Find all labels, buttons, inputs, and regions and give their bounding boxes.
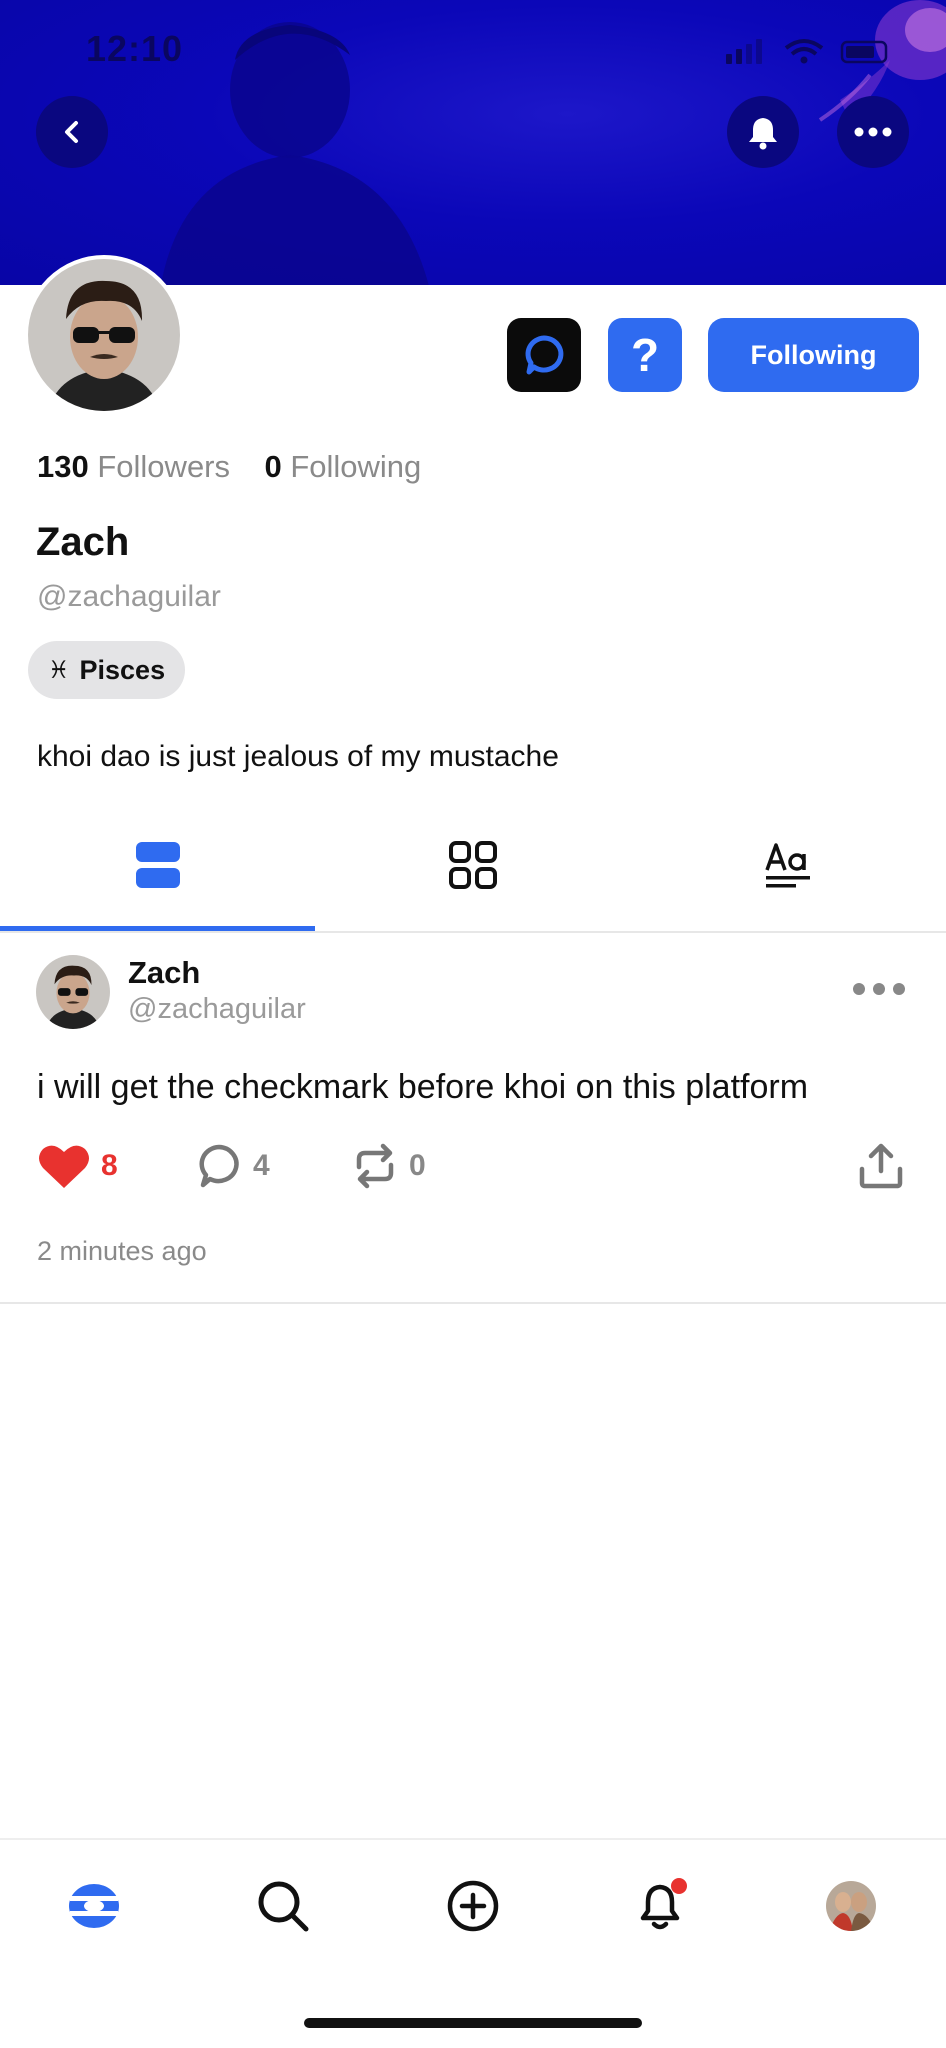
notifications-icon: [640, 1878, 687, 1930]
status-icons: [726, 39, 888, 64]
followers-count: 130: [37, 449, 89, 484]
nav-home[interactable]: [58, 1870, 130, 1942]
home-icon: [69, 1884, 119, 1928]
more-icon: [853, 983, 905, 995]
following-button[interactable]: Following: [708, 318, 919, 392]
nav-notifications[interactable]: [626, 1870, 698, 1942]
tabs-divider: [0, 931, 946, 933]
following-label: Following: [290, 449, 422, 484]
post-text: i will get the checkmark before khoi on …: [37, 1068, 809, 1106]
grid-icon: [448, 841, 497, 889]
post-author-name[interactable]: Zach: [128, 955, 200, 991]
comment-count: 4: [253, 1149, 270, 1182]
profile-name: Zach: [36, 520, 130, 564]
notify-bell-button[interactable]: [727, 96, 799, 168]
post-timestamp: 2 minutes ago: [37, 1236, 207, 1266]
post-divider: [0, 1302, 946, 1304]
nav-compose[interactable]: [437, 1870, 509, 1942]
post-author-handle[interactable]: @zachaguilar: [128, 993, 306, 1026]
post-author-avatar[interactable]: [36, 955, 110, 1029]
pisces-icon: ♓: [48, 656, 70, 684]
more-options-button[interactable]: [837, 96, 909, 168]
post-more-button[interactable]: [852, 982, 906, 1001]
home-indicator: [304, 2018, 642, 2028]
comment-icon: [199, 1144, 239, 1188]
profile-avatar[interactable]: [24, 255, 184, 415]
back-button[interactable]: [36, 96, 108, 168]
nav-divider: [0, 1838, 946, 1840]
profile-handle: @zachaguilar: [37, 580, 221, 613]
chevron-left-icon: [65, 121, 78, 143]
comment-button[interactable]: 4: [197, 1138, 270, 1194]
banner-photo: [160, 22, 429, 285]
post-avatar-photo: [36, 955, 110, 1029]
zodiac-label: Pisces: [79, 654, 166, 685]
profile-avatar-icon: [826, 1881, 876, 1931]
posts-list-icon: [135, 842, 180, 888]
compose-icon: [447, 1880, 499, 1932]
avatar-photo: [28, 259, 180, 411]
tab-text[interactable]: [630, 835, 945, 895]
tab-grid[interactable]: [315, 835, 630, 895]
repost-icon: [356, 1143, 394, 1189]
like-count: 8: [101, 1149, 118, 1182]
nav-profile[interactable]: [815, 1870, 887, 1942]
repost-button[interactable]: 0: [353, 1138, 426, 1194]
profile-bio: khoi dao is just jealous of my mustache: [37, 740, 559, 773]
more-icon: [854, 127, 892, 137]
question-button[interactable]: ?: [608, 318, 682, 392]
zodiac-badge[interactable]: ♓ Pisces: [28, 641, 186, 699]
following-link[interactable]: 0 Following: [264, 449, 421, 484]
search-icon: [258, 1881, 309, 1932]
like-button[interactable]: 8: [37, 1138, 118, 1194]
heart-icon: [39, 1145, 89, 1188]
followers-link[interactable]: 130 Followers: [37, 449, 230, 484]
follow-stats: 130 Followers 0 Following: [37, 449, 421, 485]
nav-search[interactable]: [247, 1870, 319, 1942]
chat-button[interactable]: [507, 318, 581, 392]
following-count: 0: [264, 449, 282, 484]
share-button[interactable]: [858, 1138, 904, 1194]
followers-label: Followers: [97, 449, 231, 484]
share-icon: [859, 1143, 903, 1189]
notification-badge: [671, 1878, 687, 1894]
tab-posts[interactable]: [0, 835, 315, 895]
chat-bubble-icon: [525, 335, 564, 375]
bell-icon: [749, 118, 777, 150]
text-style-icon: [764, 843, 810, 888]
status-time: 12:10: [86, 28, 184, 69]
repost-count: 0: [409, 1149, 426, 1182]
